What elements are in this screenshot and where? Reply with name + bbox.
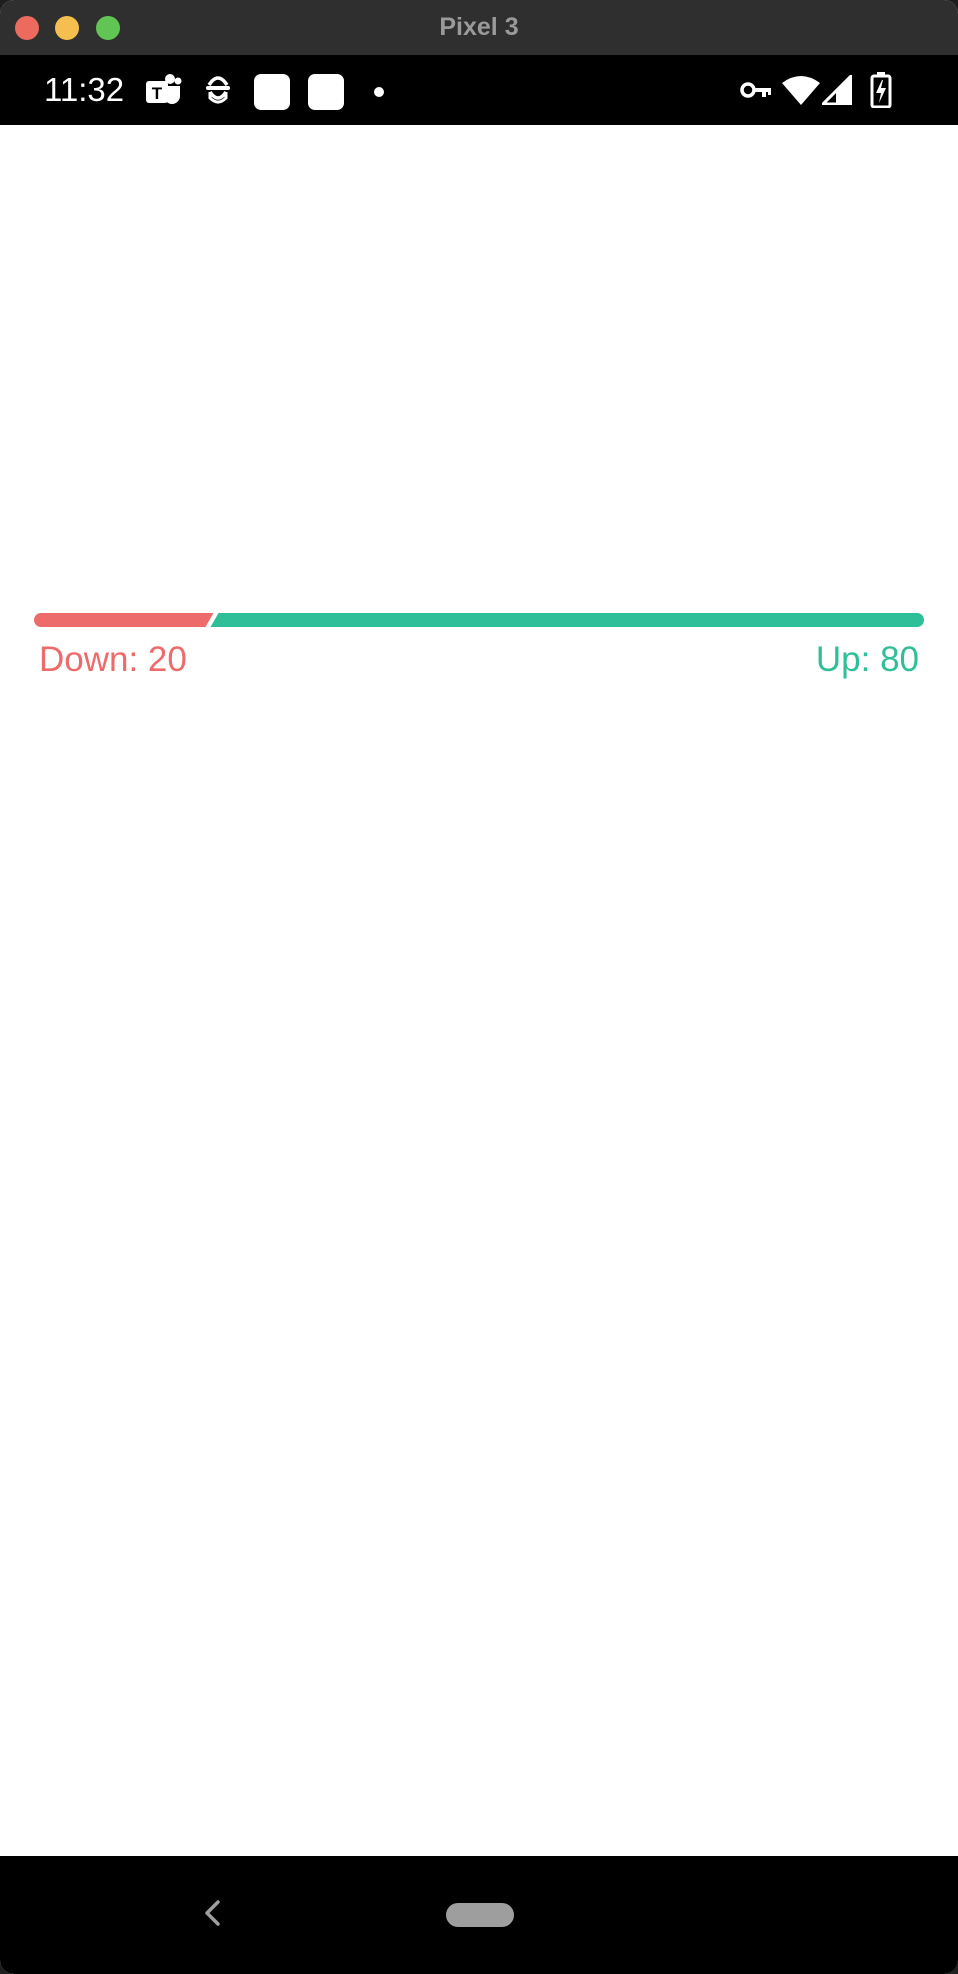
cell-signal-icon [822, 75, 852, 105]
emulator-window: Pixel 3 11:32 T Down: 20 Up: 80 [0, 0, 958, 1974]
vpn-key-icon [740, 82, 771, 98]
down-bar-segment [34, 613, 214, 627]
down-count-label: Down: 20 [39, 640, 187, 679]
app-square-icon [254, 74, 290, 110]
spy-icon [206, 76, 230, 104]
teams-icon: T [146, 74, 182, 104]
window-titlebar: Pixel 3 [0, 0, 958, 56]
home-button[interactable] [446, 1903, 514, 1927]
up-bar-segment [210, 613, 924, 627]
status-clock: 11:32 [44, 71, 125, 108]
back-icon[interactable] [196, 1896, 230, 1930]
battery-charging-icon [870, 72, 892, 108]
app-square-icon [308, 74, 344, 110]
notification-dot-icon [374, 87, 384, 97]
svg-text:T: T [152, 84, 163, 103]
app-content: Down: 20 Up: 80 [0, 125, 958, 1856]
android-status-bar: 11:32 T [0, 55, 958, 125]
wifi-icon [782, 76, 820, 105]
vote-ratio-bar [34, 613, 924, 627]
up-count-label: Up: 80 [815, 640, 919, 679]
android-nav-bar [0, 1856, 958, 1974]
window-title: Pixel 3 [439, 13, 519, 41]
